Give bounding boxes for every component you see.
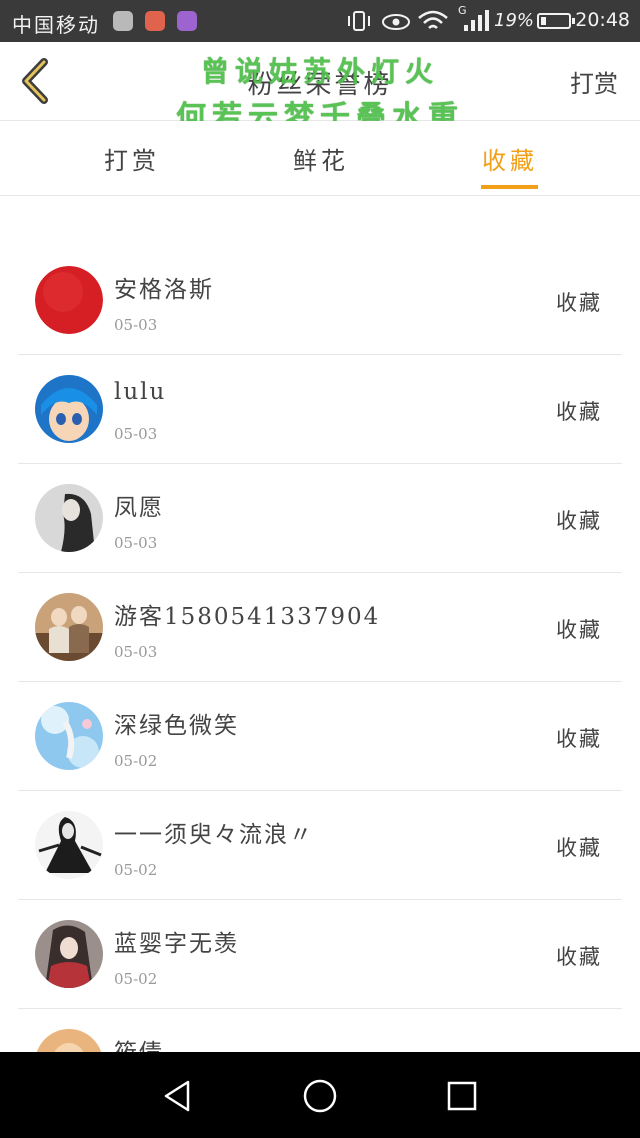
- reward-button[interactable]: 打赏: [570, 64, 618, 99]
- row-action-label: 收藏: [556, 836, 602, 860]
- row-date: 05-03: [114, 316, 158, 334]
- user-name: lulu: [114, 379, 167, 405]
- list-item[interactable]: 游客1580541337904 05-03 收藏: [18, 573, 622, 682]
- app-notification-icon: [113, 11, 133, 31]
- user-name: 深绿色微笑: [114, 713, 239, 739]
- row-action-label: 收藏: [556, 291, 602, 315]
- list-item[interactable]: 一一须臾々流浪〃 05-02 收藏: [18, 791, 622, 900]
- list-item[interactable]: 安格洛斯 05-03 收藏: [18, 246, 622, 355]
- row-date: 05-02: [114, 861, 158, 879]
- tab-favorites[interactable]: 收藏: [482, 141, 538, 176]
- user-name: 凤愿: [114, 495, 164, 521]
- system-nav-bar: [0, 1052, 640, 1138]
- tab-bar: 打赏 鲜花 收藏: [0, 121, 640, 196]
- carrier-name: 中国移动: [12, 13, 100, 37]
- row-date: 05-03: [114, 534, 158, 552]
- row-action-label: 收藏: [556, 509, 602, 533]
- user-name: 安格洛斯: [114, 277, 214, 303]
- row-date: 05-03: [114, 425, 158, 443]
- row-date: 05-03: [114, 643, 158, 661]
- gallery-app-icon: [177, 11, 197, 31]
- avatar: [35, 266, 103, 334]
- app-header: 粉丝荣誉榜 打赏: [0, 42, 640, 121]
- avatar: [35, 484, 103, 552]
- row-action-label: 收藏: [556, 400, 602, 424]
- avatar: [35, 811, 103, 879]
- clock: 20:48: [575, 9, 630, 31]
- fan-list: 安格洛斯 05-03 收藏 lulu 05-03 收藏 凤愿 05-03 收藏 …: [18, 246, 622, 1118]
- vibrate-icon: [348, 11, 370, 31]
- avatar: [35, 593, 103, 661]
- home-circle-icon[interactable]: [300, 1076, 340, 1116]
- user-name: 一一须臾々流浪〃: [114, 822, 314, 848]
- battery-icon: [537, 13, 575, 29]
- active-tab-indicator: [481, 185, 538, 189]
- wifi-icon: [418, 10, 448, 29]
- recent-square-icon[interactable]: [442, 1076, 482, 1116]
- signal-icon: [464, 10, 489, 31]
- tab-flowers[interactable]: 鲜花: [293, 141, 349, 176]
- battery-percent: 19%: [494, 10, 535, 31]
- row-date: 05-02: [114, 970, 158, 988]
- user-name: 游客1580541337904: [114, 604, 381, 630]
- page-title: 粉丝荣誉榜: [247, 70, 393, 100]
- list-item[interactable]: 蓝婴字无羡 05-02 收藏: [18, 900, 622, 1009]
- list-item[interactable]: 深绿色微笑 05-02 收藏: [18, 682, 622, 791]
- eye-icon: [382, 14, 410, 30]
- avatar: [35, 920, 103, 988]
- avatar: [35, 702, 103, 770]
- status-bar: 中国移动 G 19% 20:48: [0, 0, 640, 42]
- mail-app-icon: [145, 11, 165, 31]
- tab-reward[interactable]: 打赏: [104, 141, 160, 176]
- row-date: 05-02: [114, 752, 158, 770]
- user-name: 蓝婴字无羡: [114, 931, 239, 957]
- back-triangle-icon[interactable]: [158, 1076, 198, 1116]
- row-action-label: 收藏: [556, 618, 602, 642]
- row-action-label: 收藏: [556, 727, 602, 751]
- list-item[interactable]: lulu 05-03 收藏: [18, 355, 622, 464]
- avatar: [35, 375, 103, 443]
- list-item[interactable]: 凤愿 05-03 收藏: [18, 464, 622, 573]
- row-action-label: 收藏: [556, 945, 602, 969]
